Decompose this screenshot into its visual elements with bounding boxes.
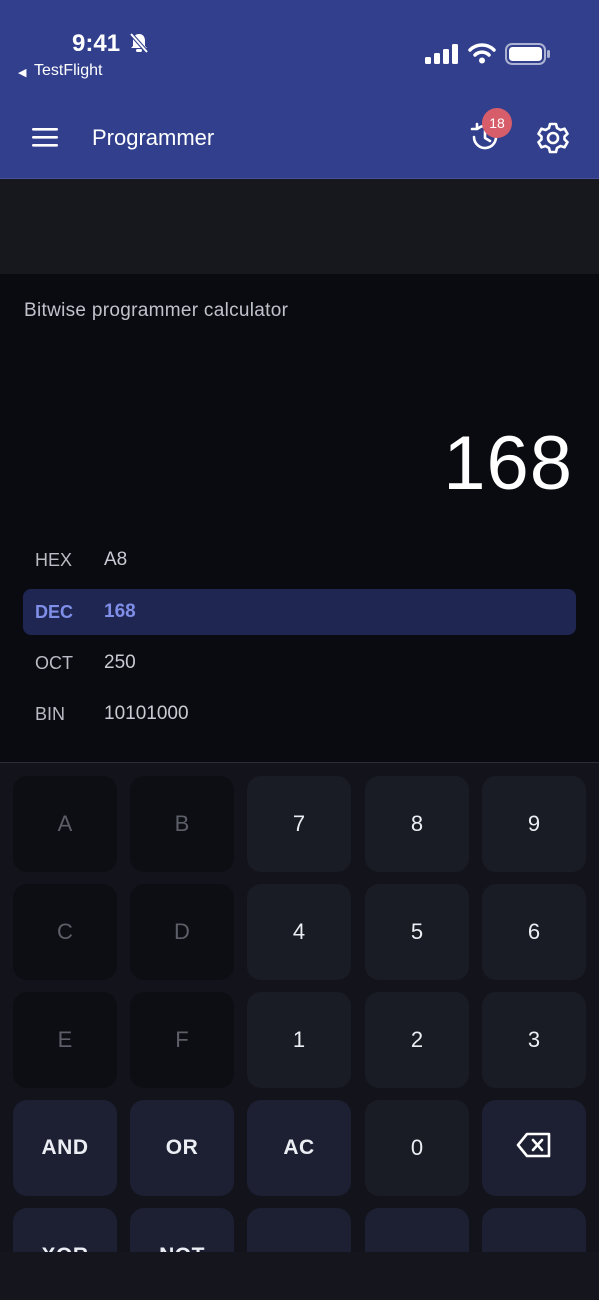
key-d: D: [130, 884, 234, 980]
key-4[interactable]: 4: [247, 884, 351, 980]
base-row-dec[interactable]: DEC 168: [23, 589, 576, 635]
base-value: 168: [104, 601, 136, 622]
key-ac[interactable]: AC: [247, 1100, 351, 1196]
key-5[interactable]: 5: [365, 884, 469, 980]
ad-banner-area: [0, 179, 599, 274]
battery-icon: [505, 43, 551, 70]
back-to-app-link[interactable]: TestFlight: [34, 62, 102, 80]
wifi-icon: [468, 42, 496, 69]
key-6[interactable]: 6: [482, 884, 586, 980]
result-value: 168: [443, 421, 573, 506]
base-value: A8: [104, 549, 128, 570]
key-and[interactable]: AND: [13, 1100, 117, 1196]
key-8[interactable]: 8: [365, 776, 469, 872]
history-count-badge: 18: [482, 108, 512, 138]
key-9[interactable]: 9: [482, 776, 586, 872]
key-a: A: [13, 776, 117, 872]
key-1[interactable]: 1: [247, 992, 351, 1088]
calculator-subtitle: Bitwise programmer calculator: [24, 300, 289, 321]
key-7[interactable]: 7: [247, 776, 351, 872]
app-header: 9:41 ◀ TestFlight Programmer 18: [0, 0, 599, 179]
base-row-bin[interactable]: BIN 10101000: [23, 691, 576, 737]
page-title: Programmer: [92, 125, 215, 150]
key-row5-3[interactable]: [247, 1208, 351, 1252]
key-0[interactable]: 0: [365, 1100, 469, 1196]
key-row5-5[interactable]: [482, 1208, 586, 1252]
keypad: A B 7 8 9 C D 4 5 6 E F 1 2 3 AND OR AC …: [0, 763, 599, 1252]
display-panel: [0, 274, 599, 762]
key-not[interactable]: NOT: [130, 1208, 234, 1252]
status-time: 9:41: [72, 30, 121, 57]
key-2[interactable]: 2: [365, 992, 469, 1088]
base-row-hex[interactable]: HEX A8: [23, 537, 576, 583]
key-f: F: [130, 992, 234, 1088]
key-xor[interactable]: XOR: [13, 1208, 117, 1252]
key-3[interactable]: 3: [482, 992, 586, 1088]
base-label: BIN: [35, 704, 66, 724]
base-label: DEC: [35, 602, 74, 622]
base-row-oct[interactable]: OCT 250: [23, 640, 576, 686]
key-b: B: [130, 776, 234, 872]
bell-slash-icon: [129, 32, 149, 59]
base-label: OCT: [35, 653, 73, 673]
bottom-bar: [0, 1252, 599, 1300]
base-value: 10101000: [104, 703, 189, 724]
key-c: C: [13, 884, 117, 980]
key-backspace[interactable]: [482, 1100, 586, 1196]
menu-icon[interactable]: [32, 126, 60, 153]
key-or[interactable]: OR: [130, 1100, 234, 1196]
base-label: HEX: [35, 550, 73, 570]
gear-icon[interactable]: [536, 121, 570, 160]
backspace-icon: [516, 1132, 552, 1164]
key-row5-4[interactable]: [365, 1208, 469, 1252]
back-arrow-icon[interactable]: ◀: [18, 66, 26, 79]
base-value: 250: [104, 652, 136, 673]
signal-icon: [425, 44, 459, 69]
key-e: E: [13, 992, 117, 1088]
